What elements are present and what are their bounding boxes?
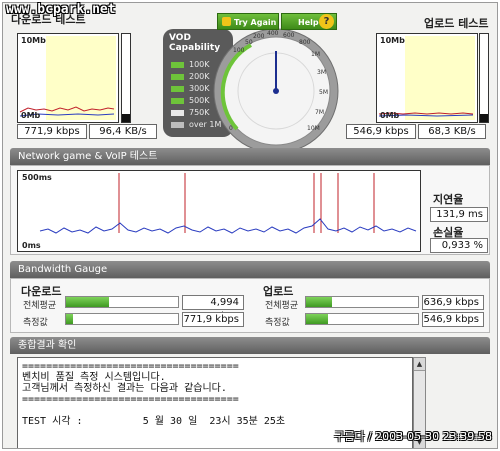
vod-swatch (171, 74, 184, 80)
summary-line: ==================================== (22, 361, 239, 372)
upload-title: 업로드 테스트 (424, 17, 489, 30)
summary-line (22, 405, 408, 416)
upload-avg-value: 636,9 kbps (422, 295, 484, 310)
network-section-header: Network game & VoIP 테스트 (10, 148, 490, 165)
watermark-text: www.bcpark.net (6, 2, 116, 17)
gauge-tick-1m: 1M (311, 51, 320, 58)
speed-test-window: 다운로드 테스트 10Mb 0Mb 771,9 kbps 96,4 KB/s V… (2, 2, 498, 449)
loss-value: 0,933 % (430, 238, 488, 253)
bandwidth-title: Bandwidth Gauge (18, 264, 108, 275)
bandwidth-upload-title: 업로드 (263, 285, 294, 298)
network-title: Network game & VoIP 테스트 (18, 151, 158, 162)
upload-measured-label: 측정값 (265, 318, 290, 328)
help-question-icon[interactable]: ? (319, 14, 334, 29)
upload-measured-value: 546,9 kbps (422, 312, 484, 327)
refresh-icon (222, 17, 231, 26)
upload-axis-bottom: 0Mb (380, 111, 400, 120)
latency-label: 지연율 (433, 193, 464, 206)
vod-swatch (171, 110, 184, 116)
gauge-tick-7m: 7M (315, 109, 324, 116)
summary-title: 종합결과 확인 (18, 340, 77, 351)
summary-section-header: 종합결과 확인 (10, 337, 490, 354)
upload-avg-label: 전체평균 (265, 301, 299, 311)
summary-line: ==================================== (22, 394, 239, 405)
download-avg-value: 4,994 Mbps (182, 295, 244, 322)
summary-line: 고객님께서 측정하신 결과는 다음과 같습니다. (22, 383, 227, 394)
download-measured-bar (65, 313, 179, 325)
gauge-tick-200: 200 (253, 33, 265, 40)
upload-measured-bar (305, 313, 419, 325)
upload-level-meter (479, 33, 489, 123)
try-again-button[interactable]: Try Again (217, 13, 279, 30)
vod-swatch (171, 122, 184, 128)
help-label: Help (298, 18, 319, 27)
download-axis-bottom: 0Mb (21, 111, 41, 120)
latency-axis-top: 500ms (22, 173, 52, 182)
gauge-tick-5m: 5M (319, 89, 328, 96)
upload-graph-lines (378, 112, 474, 117)
vod-swatch (171, 98, 184, 104)
latency-value: 131,9 ms (430, 207, 488, 222)
vod-swatch (171, 86, 184, 92)
upload-speed-kBs: 68,3 KB/s (418, 124, 486, 139)
gauge-tick-3m: 3M (317, 69, 326, 76)
upload-graph: 10Mb 0Mb (376, 33, 478, 123)
gauge-tick-400: 400 (267, 30, 279, 37)
gauge-tick-600: 600 (283, 32, 295, 39)
download-avg-label: 전체평균 (23, 301, 57, 311)
download-speed-kBs: 96,4 KB/s (89, 124, 157, 139)
upload-avg-bar (305, 296, 419, 308)
download-measured-value: 771,9 kbps (182, 312, 244, 327)
gauge-tick-100: 100 (233, 47, 245, 54)
summary-line: 벤치비 품질 측정 시스템입니다. (22, 372, 166, 383)
upload-axis-top: 10Mb (380, 36, 405, 45)
bandwidth-download-title: 다운로드 (21, 285, 62, 298)
download-avg-bar (65, 296, 179, 308)
download-graph: 10Mb 0Mb (17, 33, 119, 123)
vod-swatch (171, 62, 184, 68)
gauge-tick-10m: 10M (307, 125, 320, 132)
speed-gauge: 50 100 200 400 600 800 1M 3M 5M 7M 10M 0… (211, 11, 341, 154)
gauge-tick-50: 50 (245, 39, 253, 46)
summary-line: TEST 시각 : 5 월 30 일 23시 35분 25초 (22, 416, 286, 427)
scroll-up-icon[interactable]: ▲ (414, 358, 425, 371)
latency-axis-bottom: 0ms (22, 241, 41, 250)
gauge-tick-0: 0 (229, 125, 233, 132)
download-graph-lines (19, 106, 115, 117)
upload-speed-kbps: 546,9 kbps (346, 124, 416, 139)
latency-graph-lines (18, 171, 420, 251)
try-again-label: Try Again (234, 18, 277, 27)
download-measured-label: 측정값 (23, 318, 48, 328)
bandwidth-section-header: Bandwidth Gauge (10, 261, 490, 278)
capture-timestamp: 구름다 / 2003-05-30 23:39:58 (334, 430, 492, 443)
latency-graph: 500ms 0ms (17, 170, 421, 252)
gauge-tick-800: 800 (299, 39, 311, 46)
download-axis-top: 10Mb (21, 36, 46, 45)
vod-title-1: VOD (169, 33, 191, 43)
download-speed-kbps: 771,9 kbps (17, 124, 87, 139)
download-level-meter (121, 33, 131, 123)
